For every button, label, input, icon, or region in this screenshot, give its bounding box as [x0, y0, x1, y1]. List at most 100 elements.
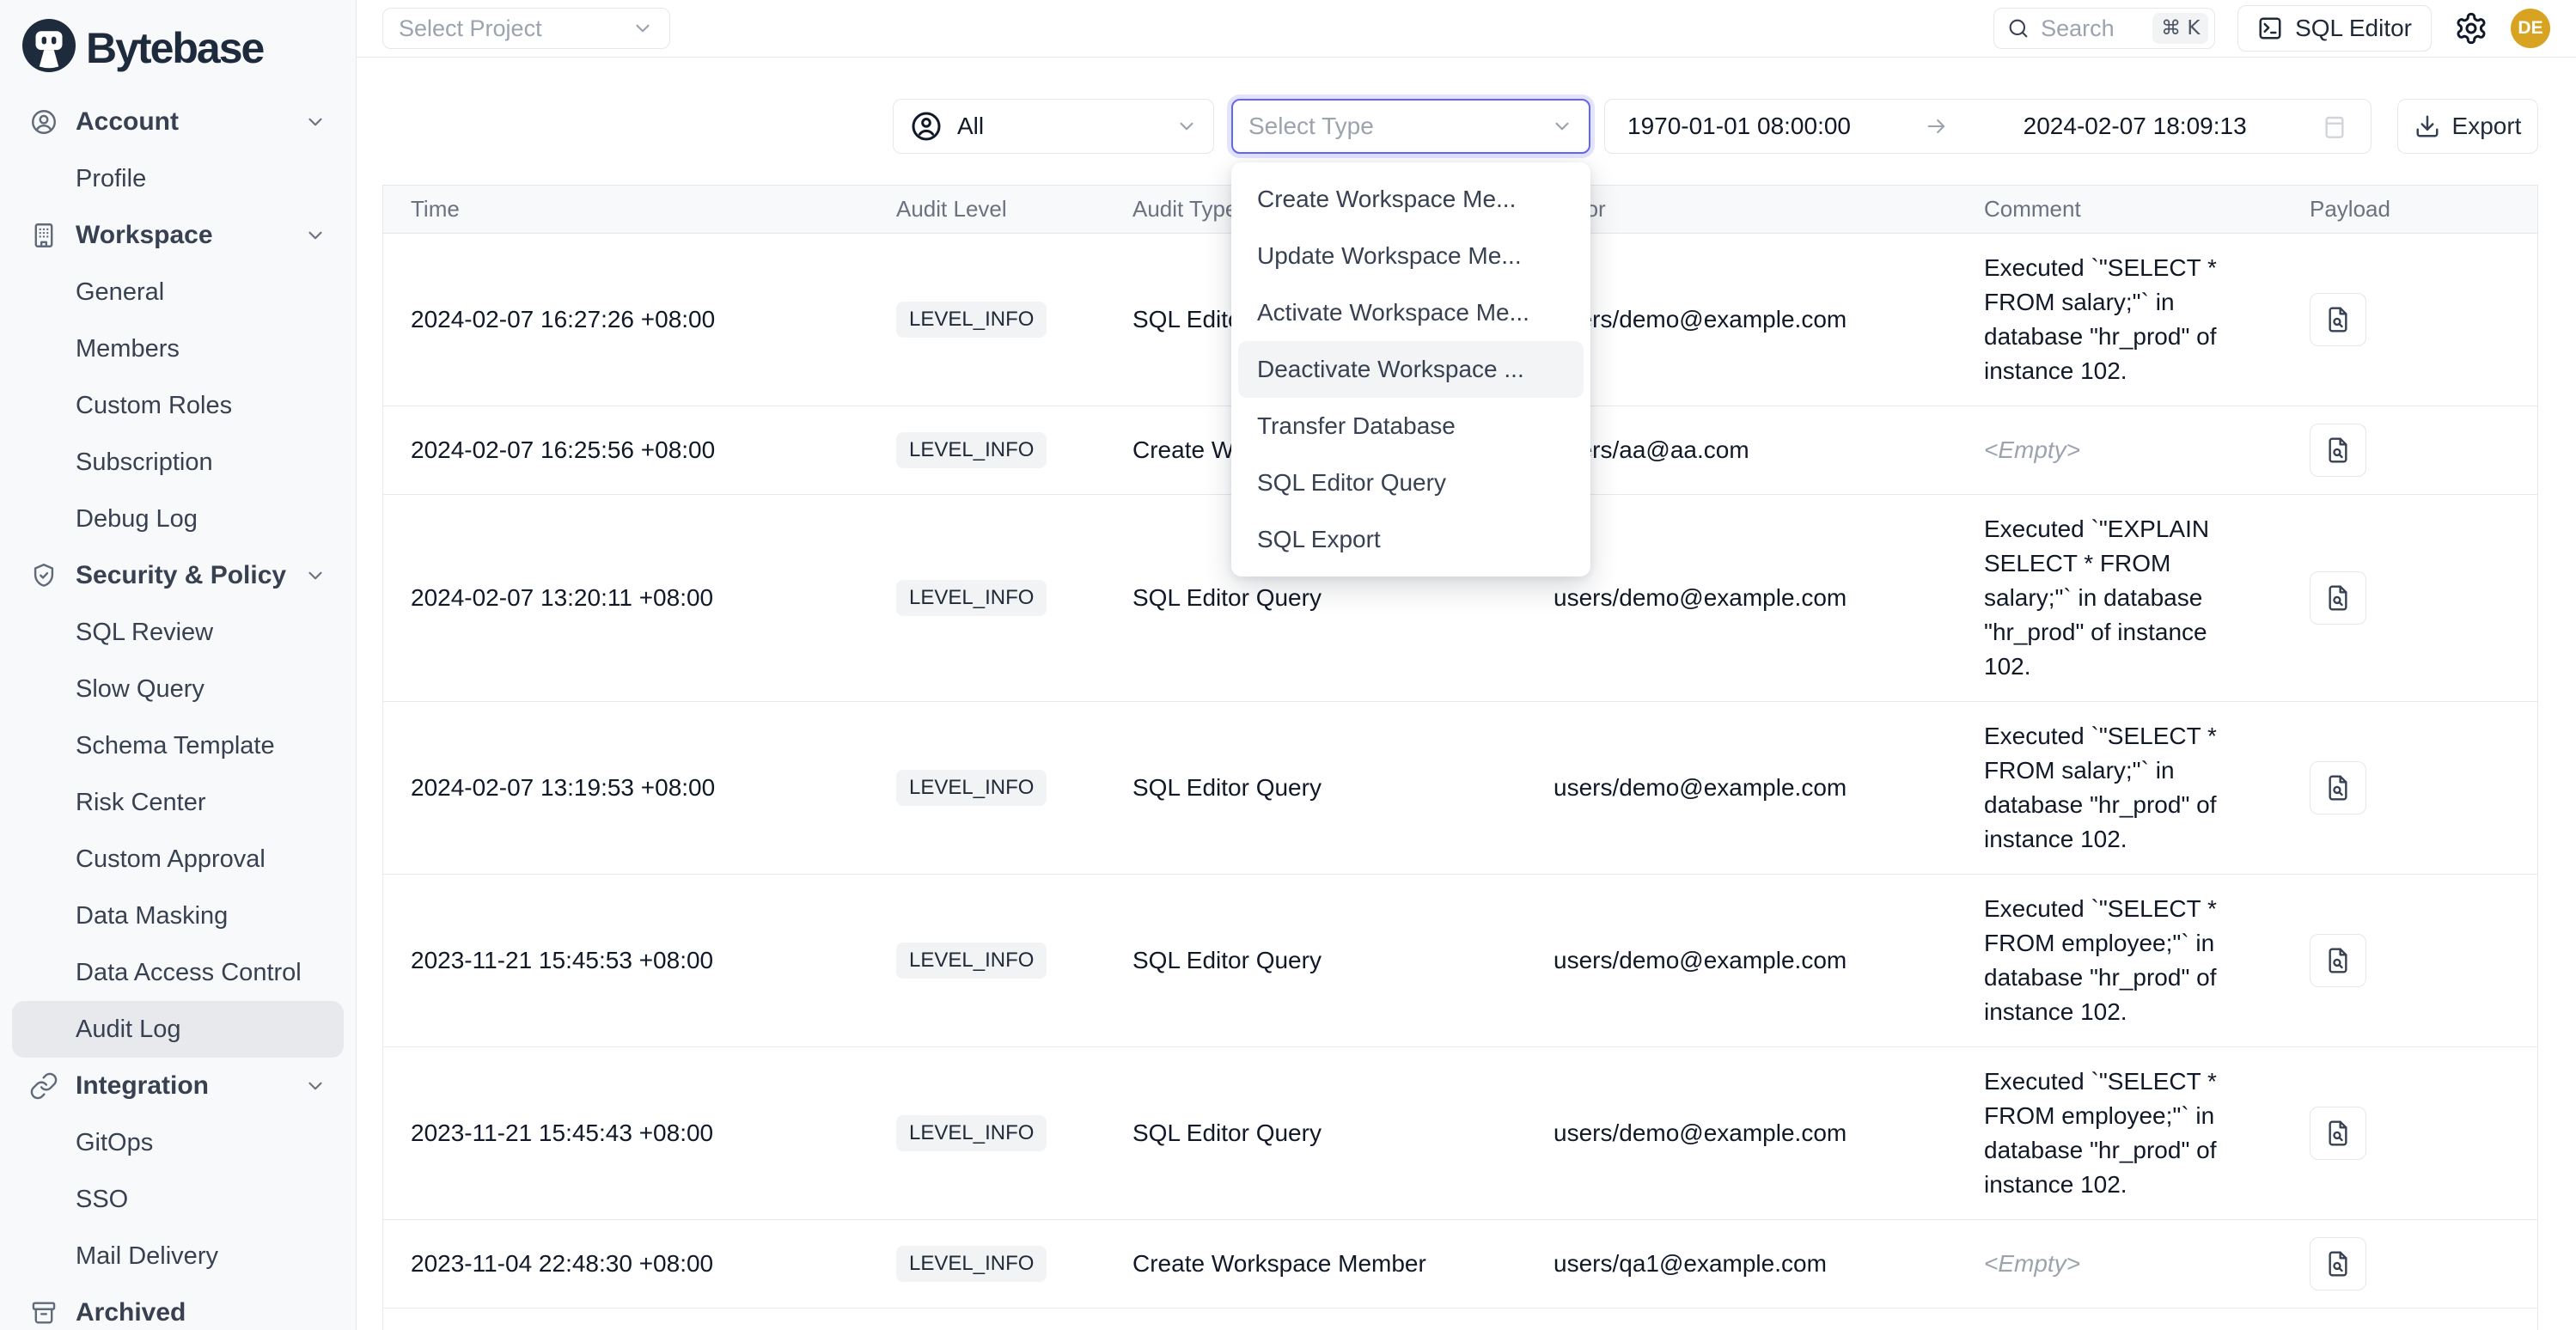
sidebar-item-label: Custom Approval: [76, 845, 266, 874]
sidebar-item-gitops[interactable]: GitOps: [12, 1114, 344, 1171]
sidebar-item-schema-template[interactable]: Schema Template: [12, 717, 344, 774]
audit-level-badge: LEVEL_INFO: [896, 580, 1047, 616]
type-filter-placeholder: Select Type: [1248, 113, 1374, 140]
cell-time: 2023-11-21 15:45:43 +08:00: [383, 1120, 869, 1147]
sidebar-group-label: Integration: [76, 1071, 209, 1101]
type-dropdown-option[interactable]: Activate Workspace Me...: [1238, 284, 1584, 341]
link-icon: [29, 1071, 58, 1101]
sidebar-group-label: Workspace: [76, 221, 213, 250]
cell-audit-type: SQL Editor Query: [1105, 1120, 1526, 1147]
view-payload-button[interactable]: [2310, 424, 2366, 477]
view-payload-button[interactable]: [2310, 761, 2366, 814]
file-search-icon: [2324, 436, 2352, 464]
type-dropdown-option[interactable]: SQL Editor Query: [1238, 455, 1584, 511]
sidebar-item-label: SSO: [76, 1186, 128, 1214]
topbar: Select Project ⌘ K SQL Editor: [357, 0, 2576, 58]
chevron-down-icon: [304, 1075, 327, 1097]
sidebar-item-label: Custom Roles: [76, 392, 232, 420]
comment-text: <Empty>: [1984, 436, 2080, 463]
cell-audit-type: Create Workspace Member: [1105, 1250, 1526, 1278]
user-avatar[interactable]: DE: [2511, 9, 2550, 48]
cell-audit-level: LEVEL_INFO: [869, 943, 1105, 979]
search-box[interactable]: ⌘ K: [1993, 8, 2215, 49]
actor-filter-select[interactable]: All: [893, 99, 1214, 154]
sidebar-item-risk-center[interactable]: Risk Center: [12, 774, 344, 831]
cell-comment: Executed `"EXPLAIN SELECT * FROM salary;…: [1956, 512, 2282, 684]
project-select[interactable]: Select Project: [382, 8, 670, 49]
cell-comment: Executed `"SELECT * FROM department;"` i…: [1956, 1326, 2282, 1330]
audit-level-badge: LEVEL_INFO: [896, 1246, 1047, 1282]
view-payload-button[interactable]: [2310, 934, 2366, 987]
search-icon: [2006, 16, 2030, 40]
audit-level-badge: LEVEL_INFO: [896, 943, 1047, 979]
cell-time: 2024-02-07 16:27:26 +08:00: [383, 306, 869, 333]
sql-editor-button[interactable]: SQL Editor: [2237, 5, 2432, 52]
audit-level-badge: LEVEL_INFO: [896, 432, 1047, 468]
bytebase-logo[interactable]: Bytebase: [0, 0, 356, 88]
sidebar-item-label: Subscription: [76, 448, 213, 477]
sidebar-item-custom-roles[interactable]: Custom Roles: [12, 377, 344, 434]
type-dropdown-option[interactable]: Update Workspace Me...: [1238, 228, 1584, 284]
sidebar-item-general[interactable]: General: [12, 264, 344, 320]
cell-audit-level: LEVEL_INFO: [869, 1246, 1105, 1282]
calendar-icon: [2321, 113, 2348, 140]
search-shortcut-badge: ⌘ K: [2152, 13, 2208, 44]
date-range-picker[interactable]: 1970-01-01 08:00:00 2024-02-07 18:09:13: [1604, 99, 2372, 154]
sidebar-group-archived[interactable]: Archived: [12, 1284, 344, 1330]
comment-text: <Empty>: [1984, 1250, 2080, 1277]
sidebar-item-label: Debug Log: [76, 505, 198, 534]
sidebar-group-security-policy[interactable]: Security & Policy: [12, 547, 344, 604]
sidebar-item-members[interactable]: Members: [12, 320, 344, 377]
type-dropdown-option-label: Activate Workspace Me...: [1257, 299, 1529, 326]
export-button[interactable]: Export: [2397, 99, 2538, 154]
sidebar-group-workspace[interactable]: Workspace: [12, 207, 344, 264]
column-header-time: Time: [383, 196, 869, 223]
type-dropdown-option[interactable]: Create Workspace Me...: [1238, 171, 1584, 228]
view-payload-button[interactable]: [2310, 1107, 2366, 1160]
sidebar-item-subscription[interactable]: Subscription: [12, 434, 344, 491]
view-payload-button[interactable]: [2310, 1237, 2366, 1290]
sidebar-item-data-access-control[interactable]: Data Access Control: [12, 944, 344, 1001]
topbar-right: ⌘ K SQL Editor DE: [1993, 5, 2550, 52]
sidebar-item-sql-review[interactable]: SQL Review: [12, 604, 344, 661]
actor-filter-value: All: [957, 113, 984, 140]
sidebar-item-debug-log[interactable]: Debug Log: [12, 491, 344, 547]
view-payload-button[interactable]: [2310, 571, 2366, 625]
cell-actor: users/demo@example.com: [1526, 306, 1956, 333]
bytebase-logo-icon: [22, 19, 76, 76]
cell-time: 2024-02-07 13:20:11 +08:00: [383, 584, 869, 612]
sidebar-item-slow-query[interactable]: Slow Query: [12, 661, 344, 717]
type-dropdown-option[interactable]: Transfer Database: [1238, 398, 1584, 455]
cell-payload: [2282, 571, 2537, 625]
column-header-actor: Actor: [1526, 196, 1956, 223]
sidebar-item-sso[interactable]: SSO: [12, 1171, 344, 1228]
sidebar-item-audit-log[interactable]: Audit Log: [12, 1001, 344, 1058]
chevron-down-icon: [304, 224, 327, 247]
sidebar-item-mail-delivery[interactable]: Mail Delivery: [12, 1228, 344, 1284]
type-filter-select[interactable]: Select Type Create Workspace Me... Updat…: [1231, 99, 1590, 154]
cell-payload: [2282, 293, 2537, 346]
sidebar-group-label: Account: [76, 107, 179, 137]
sidebar-item-custom-approval[interactable]: Custom Approval: [12, 831, 344, 888]
user-circle-icon: [909, 109, 943, 143]
sidebar-item-label: Members: [76, 335, 180, 363]
type-dropdown-option[interactable]: Deactivate Workspace ...: [1238, 341, 1584, 398]
cell-audit-type: SQL Editor Query: [1105, 947, 1526, 974]
view-payload-button[interactable]: [2310, 293, 2366, 346]
sidebar-item-label: General: [76, 278, 164, 307]
gear-icon[interactable]: [2454, 11, 2488, 46]
cell-audit-level: LEVEL_INFO: [869, 432, 1105, 468]
cell-comment: Executed `"SELECT * FROM salary;"` in da…: [1956, 719, 2282, 857]
sidebar-group-label: Archived: [76, 1298, 186, 1327]
sidebar-item-data-masking[interactable]: Data Masking: [12, 888, 344, 944]
project-select-value: Select Project: [399, 15, 542, 42]
file-search-icon: [2324, 1120, 2352, 1147]
type-dropdown-option-label: Deactivate Workspace ...: [1257, 356, 1524, 383]
type-dropdown-option[interactable]: SQL Export: [1238, 511, 1584, 568]
chevron-down-icon: [1551, 115, 1573, 137]
sidebar-item-label: GitOps: [76, 1129, 153, 1157]
sidebar-group-integration[interactable]: Integration: [12, 1058, 344, 1114]
sidebar-item-profile[interactable]: Profile: [12, 150, 344, 207]
search-input[interactable]: [2041, 15, 2142, 42]
sidebar-group-account[interactable]: Account: [12, 94, 344, 150]
